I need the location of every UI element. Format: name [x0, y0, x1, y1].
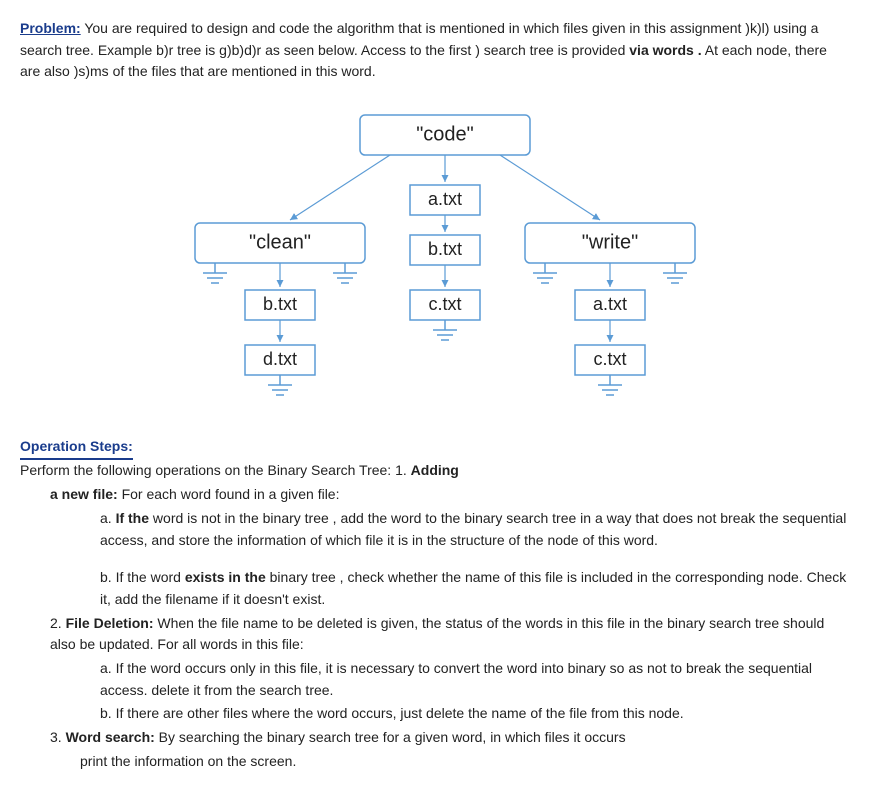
ground-icon	[268, 375, 292, 395]
root-file-2-label: b.txt	[428, 239, 462, 259]
ops-step1-a-rest: word is not in the binary tree , add the…	[100, 510, 846, 548]
ops-newfile-bold: a new file:	[50, 486, 118, 502]
operation-steps-section: Operation Steps: Perform the following o…	[20, 436, 849, 773]
tree-right-label: "write"	[582, 231, 638, 253]
problem-heading: Problem:	[20, 20, 81, 36]
ops-step2-bold: File Deletion:	[66, 615, 154, 631]
right-file-1-label: a.txt	[593, 294, 627, 314]
ground-icon	[663, 263, 687, 283]
ops-step2-a: a. If the word occurs only in this file,…	[100, 658, 849, 701]
ops-step2-prefix: 2.	[50, 615, 66, 631]
problem-paragraph: Problem: You are required to design and …	[20, 18, 849, 83]
ground-icon	[533, 263, 557, 283]
ops-step1-a-prefix: a.	[100, 510, 116, 526]
root-file-1-label: a.txt	[428, 189, 462, 209]
root-file-3-label: c.txt	[428, 294, 461, 314]
ops-intro: Perform the following operations on the …	[20, 460, 849, 482]
ground-icon	[203, 263, 227, 283]
ground-icon	[433, 320, 457, 340]
tree-diagram: .nodebox { fill:#fff; stroke:#5b9bd5; st…	[20, 105, 849, 405]
ground-icon	[598, 375, 622, 395]
ops-step3-rest: By searching the binary search tree for …	[155, 729, 626, 745]
ops-intro-text: Perform the following operations on the …	[20, 462, 411, 478]
ops-step3-prefix: 3.	[50, 729, 66, 745]
ops-intro-bold: Adding	[411, 462, 459, 478]
problem-text-bold: via words .	[629, 42, 701, 58]
ops-step3-tail: print the information on the screen.	[80, 751, 849, 773]
ops-step3: 3. Word search: By searching the binary …	[50, 727, 849, 749]
ops-step2: 2. File Deletion: When the file name to …	[50, 613, 849, 656]
ops-step1-b-bold: exists in the	[185, 569, 266, 585]
ops-step2-b: b. If there are other files where the wo…	[100, 703, 849, 725]
ops-step1-b: b. If the word exists in the binary tree…	[100, 567, 849, 610]
ops-step2-rest: When the file name to be deleted is give…	[50, 615, 824, 653]
ops-step1-a-bold: If the	[116, 510, 149, 526]
left-file-1-label: b.txt	[263, 294, 297, 314]
right-file-2-label: c.txt	[593, 349, 626, 369]
tree-root-label: "code"	[416, 123, 474, 145]
tree-left-label: "clean"	[249, 231, 311, 253]
ops-step3-bold: Word search:	[66, 729, 155, 745]
ops-step1-a: a. If the word is not in the binary tree…	[100, 508, 849, 551]
ops-heading: Operation Steps:	[20, 436, 133, 461]
ops-newfile: a new file: For each word found in a giv…	[50, 484, 849, 506]
ground-icon	[333, 263, 357, 283]
ops-newfile-text: For each word found in a given file:	[118, 486, 340, 502]
ops-step1-b-prefix: b. If the word	[100, 569, 185, 585]
left-file-2-label: d.txt	[263, 349, 297, 369]
